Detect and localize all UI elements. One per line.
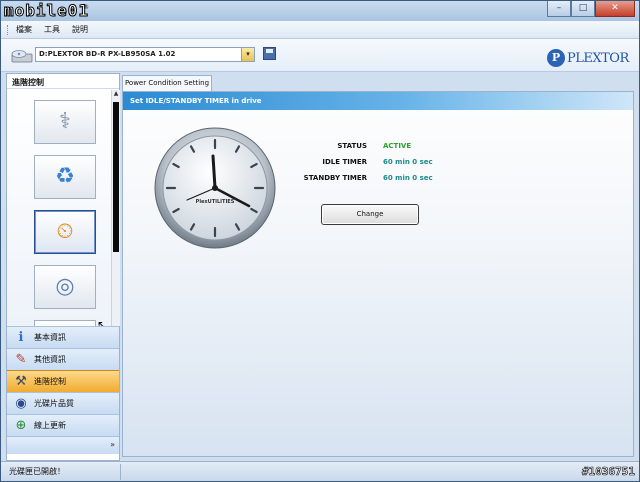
disc-quality-icon: ◉ (15, 396, 27, 411)
tool-power-timer[interactable]: ⏲ (34, 210, 96, 254)
info-icon: ℹ (18, 330, 24, 345)
globe-update-icon: ⊕ (15, 418, 27, 433)
timer-info: STATUS ACTIVE IDLE TIMER 60 min 0 sec ST… (303, 142, 463, 190)
idle-timer-row: IDLE TIMER 60 min 0 sec (303, 158, 463, 174)
drive-clock-icon: ⏲ (56, 219, 74, 244)
sidebar-item-label: 線上更新 (34, 421, 66, 430)
sidebar-item-label: 其他資訊 (34, 355, 66, 364)
status-divider (120, 464, 121, 480)
optical-drive-icon (11, 50, 33, 63)
plextor-logo: P PLEXTOR (547, 49, 629, 67)
idle-timer-value: 60 min 0 sec (383, 158, 433, 166)
menu-tools[interactable]: 工具 (44, 24, 60, 35)
change-button[interactable]: Change (321, 204, 419, 225)
tools-icon: ⚒ (15, 374, 27, 389)
sidebar-item-label: 進階控制 (34, 377, 66, 386)
menu-bar: 檔案 工具 說明 (1, 21, 639, 39)
sidebar: 進階控制 ⚕ ♻ ⏲ ◎ ↖ ▲ ℹ 基本資訊 ✎ 其他資訊 ⚒ 進階控制 ◉ … (6, 73, 120, 461)
plextor-wordmark: PLEXTOR (567, 50, 629, 66)
standby-timer-label: STANDBY TIMER (303, 174, 367, 182)
sidebar-item-label: 基本資訊 (34, 333, 66, 342)
disc-gear-icon: ◎ (55, 274, 75, 299)
recycle-bin-icon: ♻ (55, 164, 75, 189)
close-button[interactable]: ✕ (595, 1, 635, 17)
main-panel: Set IDLE/STANDBY TIMER in drive PlexUTIL… (122, 91, 634, 457)
menu-grip (7, 24, 10, 35)
sidebar-nav-footer: » (7, 436, 119, 454)
clock-brand-label: PlexUTILITIES (196, 199, 235, 205)
sidebar-item-other-info[interactable]: ✎ 其他資訊 (7, 348, 119, 370)
idle-timer-label: IDLE TIMER (322, 158, 367, 166)
tool-cleanup[interactable]: ♻ (34, 155, 96, 199)
drive-toolbar: D:PLEXTOR BD-R PX-LB950SA 1.02 ▾ P PLEXT… (1, 39, 639, 72)
menu-help[interactable]: 說明 (72, 24, 88, 35)
status-message: 光碟匣已開啟！ (9, 467, 65, 476)
drive-select-value: D:PLEXTOR BD-R PX-LB950SA 1.02 (39, 50, 176, 58)
standby-timer-value: 60 min 0 sec (383, 174, 433, 182)
sidebar-item-advanced-control[interactable]: ⚒ 進階控制 (7, 370, 119, 392)
app-logo: mobile01 (3, 1, 90, 20)
minimize-button[interactable]: – (547, 1, 571, 17)
tool-diagnostics[interactable]: ⚕ (34, 100, 96, 144)
title-bar: mobile01 ® – □ ✕ (1, 1, 639, 21)
maximize-button[interactable]: □ (571, 1, 595, 17)
section-title: Set IDLE/STANDBY TIMER in drive (123, 92, 633, 110)
status-bar: 光碟匣已開啟！ #1036751 (1, 461, 639, 481)
sidebar-item-disc-quality[interactable]: ◉ 光碟片品質 (7, 392, 119, 414)
status-value: ACTIVE (383, 142, 412, 150)
chevron-down-icon[interactable]: ▾ (241, 48, 254, 61)
registered-mark: ® (83, 4, 89, 11)
tab-power-condition-setting[interactable]: Power Condition Setting (122, 75, 212, 91)
status-label: STATUS (337, 142, 367, 150)
sidebar-item-basic-info[interactable]: ℹ 基本資訊 (7, 326, 119, 348)
scroll-thumb[interactable] (113, 102, 119, 252)
application-window: mobile01 ® – □ ✕ 檔案 工具 說明 D:PLEXTOR BD-R… (0, 0, 640, 482)
plextor-mark-icon: P (547, 49, 565, 67)
sidebar-nav: ℹ 基本資訊 ✎ 其他資訊 ⚒ 進階控制 ◉ 光碟片品質 ⊕ 線上更新 » (7, 326, 119, 454)
sidebar-scrollbar[interactable]: ▲ (111, 90, 120, 326)
stethoscope-drive-icon: ⚕ (59, 109, 71, 134)
standby-timer-row: STANDBY TIMER 60 min 0 sec (303, 174, 463, 190)
scroll-up-icon[interactable]: ▲ (112, 90, 120, 100)
sidebar-item-label: 光碟片品質 (34, 399, 74, 408)
sidebar-header: 進階控制 (7, 74, 119, 89)
chevron-double-down-icon[interactable]: » (110, 440, 115, 449)
notes-icon: ✎ (15, 352, 27, 367)
sidebar-item-online-update[interactable]: ⊕ 線上更新 (7, 414, 119, 436)
save-icon[interactable] (263, 47, 276, 60)
drive-select[interactable]: D:PLEXTOR BD-R PX-LB950SA 1.02 ▾ (35, 47, 255, 62)
window-controls: – □ ✕ (547, 1, 635, 17)
status-row: STATUS ACTIVE (303, 142, 463, 158)
tool-disc-settings[interactable]: ◎ (34, 265, 96, 309)
watermark: #1036751 (582, 465, 636, 479)
tool-icon-list[interactable]: ⚕ ♻ ⏲ ◎ (7, 90, 111, 326)
menu-file[interactable]: 檔案 (16, 24, 32, 35)
clock-icon: PlexUTILITIES (154, 127, 276, 249)
